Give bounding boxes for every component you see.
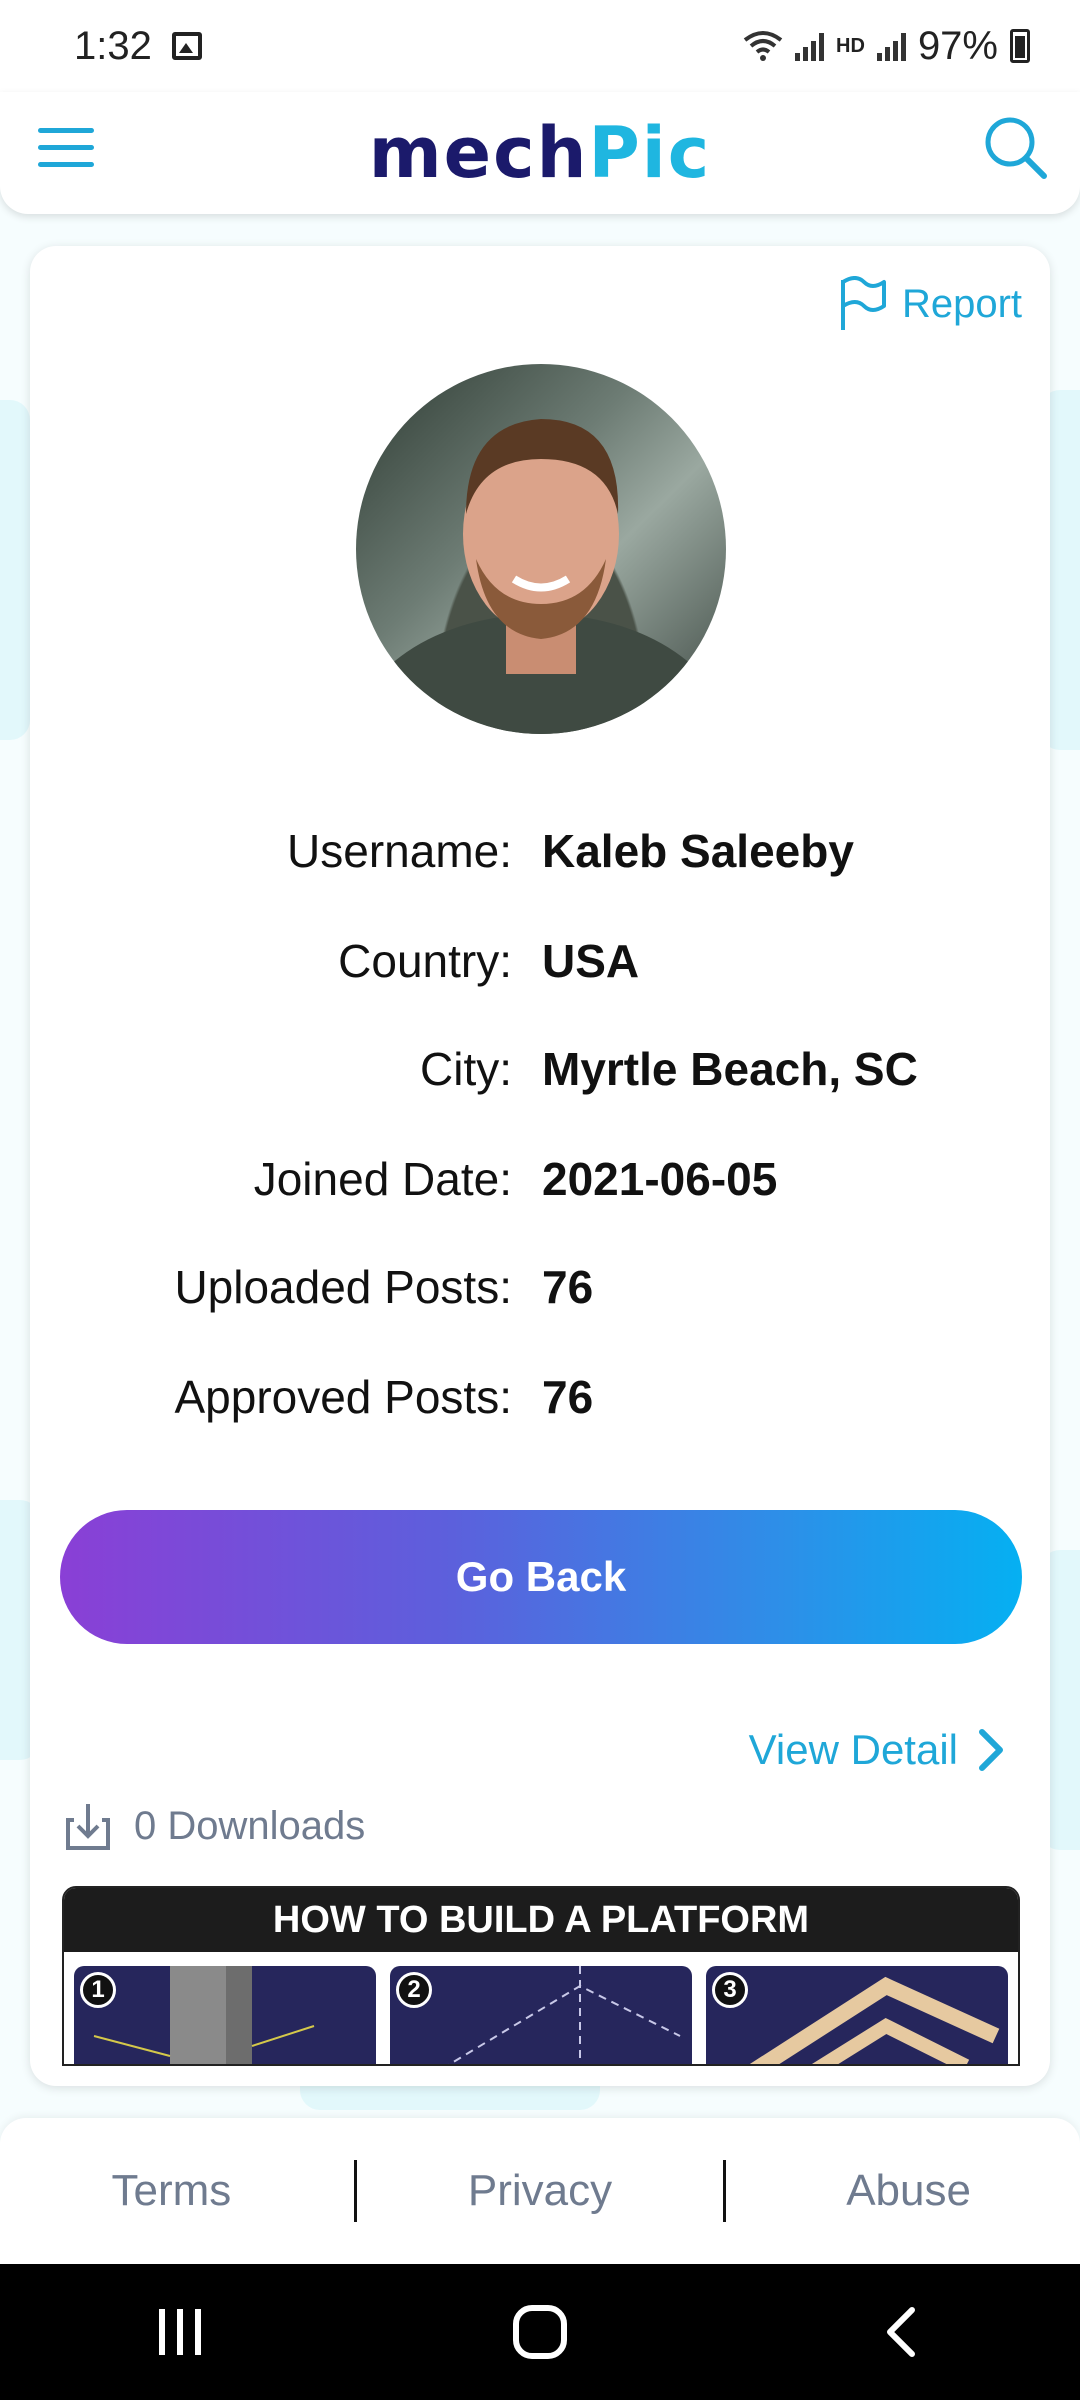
approved-posts-label: Approved Posts: [174, 1371, 512, 1423]
view-detail-link[interactable]: View Detail [749, 1726, 1006, 1774]
joined-date-value: 2021-06-05 [542, 1153, 778, 1205]
uploaded-posts-value: 76 [542, 1261, 594, 1313]
home-icon [513, 2305, 567, 2359]
logo-part-1: mech [368, 112, 589, 194]
logo-part-2: Pic [588, 112, 712, 194]
back-button[interactable] [840, 2282, 960, 2382]
terms-link[interactable]: Terms [11, 2166, 331, 2216]
joined-date-label: Joined Date: [253, 1153, 512, 1205]
battery-percent: 97% [917, 23, 998, 68]
username-label: Username: [287, 825, 512, 877]
battery-icon [1010, 29, 1030, 63]
country-row: Country: USA [30, 926, 1050, 996]
uploaded-posts-label: Uploaded Posts: [174, 1261, 512, 1313]
back-icon [887, 2307, 915, 2357]
privacy-link[interactable]: Privacy [380, 2166, 700, 2216]
avatar [356, 364, 726, 734]
home-button[interactable] [480, 2282, 600, 2382]
city-row: City: Myrtle Beach, SC [30, 1034, 1050, 1104]
chevron-right-icon [979, 1729, 1003, 1771]
footer-divider [722, 2160, 726, 2222]
country-label: Country: [338, 935, 512, 987]
status-time: 1:32 [74, 23, 152, 68]
approved-posts-row: Approved Posts: 76 [30, 1362, 1050, 1432]
footer-links: Terms Privacy Abuse [0, 2118, 1080, 2264]
app-header: mechPic [0, 92, 1080, 214]
post-panel-3: 3 [706, 1966, 1008, 2064]
download-icon [66, 1804, 110, 1850]
city-label: City: [420, 1043, 512, 1095]
go-back-button[interactable]: Go Back [60, 1510, 1022, 1644]
post-panels: 1 2 3 [64, 1952, 1018, 2064]
country-value: USA [542, 935, 640, 987]
step-number: 3 [712, 1972, 748, 2008]
abuse-link[interactable]: Abuse [749, 2166, 1069, 2216]
search-icon[interactable] [980, 112, 1050, 182]
downloads-count: 0 Downloads [64, 1800, 365, 1852]
app-logo: mechPic [369, 112, 712, 194]
report-label: Report [901, 281, 1022, 326]
report-button[interactable]: Report [838, 276, 1022, 332]
approved-posts-value: 76 [542, 1371, 594, 1423]
wifi-icon [743, 31, 783, 61]
joined-date-row: Joined Date: 2021-06-05 [30, 1144, 1050, 1214]
profile-card: Report Username: Kaleb Saleeby Country: … [30, 246, 1050, 2086]
step-number: 2 [396, 1972, 432, 2008]
step-number: 1 [80, 1972, 116, 2008]
hamburger-menu-icon[interactable] [38, 128, 94, 168]
signal-icon-2 [876, 31, 906, 61]
flag-icon [840, 276, 886, 330]
recent-apps-button[interactable] [120, 2282, 240, 2382]
post-title: HOW TO BUILD A PLATFORM [64, 1888, 1018, 1952]
view-detail-label: View Detail [748, 1726, 958, 1773]
recent-apps-icon [159, 2309, 201, 2355]
status-bar: 1:32 HD 97% [0, 0, 1080, 92]
post-panel-1: 1 [74, 1966, 376, 2064]
uploaded-posts-row: Uploaded Posts: 76 [30, 1252, 1050, 1322]
city-value: Myrtle Beach, SC [542, 1043, 918, 1095]
signal-icon [795, 31, 825, 61]
network-type-label: HD [836, 34, 865, 57]
downloads-label: 0 Downloads [134, 1803, 366, 1848]
post-panel-2: 2 [390, 1966, 692, 2064]
post-thumbnail[interactable]: HOW TO BUILD A PLATFORM 1 2 3 [62, 1886, 1020, 2066]
username-value: Kaleb Saleeby [542, 825, 854, 877]
system-nav-bar [0, 2264, 1080, 2400]
footer-divider [354, 2160, 358, 2222]
image-notification-icon [171, 32, 202, 60]
username-row: Username: Kaleb Saleeby [30, 816, 1050, 886]
